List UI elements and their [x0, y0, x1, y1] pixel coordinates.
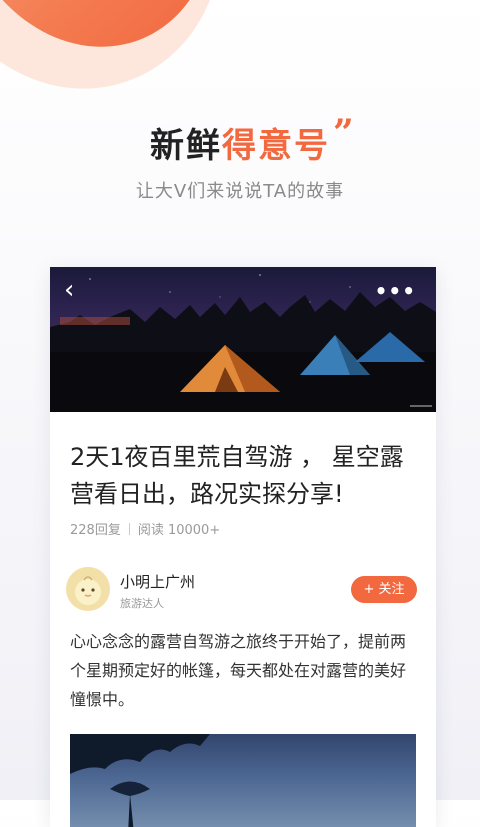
article-photo: [70, 734, 416, 827]
author-avatar[interactable]: [66, 567, 110, 611]
quote-mark-icon: ”: [333, 112, 354, 154]
chick-avatar-icon: [66, 567, 110, 611]
article-title: 2天1夜百里荒自驾游 ， 星空露营看日出，路况实探分享!: [70, 443, 404, 508]
article-body: 心心念念的露营自驾游之旅终于开始了，提前两个星期预定好的帐篷，每天都处在对露营的…: [70, 632, 407, 709]
back-button[interactable]: ‹: [64, 277, 74, 303]
read-count: 阅读 10000+: [137, 523, 221, 538]
article-meta: 228回复 阅读 10000+: [70, 519, 220, 538]
hero-title-prefix: 新鲜: [150, 126, 222, 166]
article-card[interactable]: ‹ ••• 2天1夜百里荒自驾游 ， 星空露营看日出，路况实探分享! 228回复…: [50, 267, 436, 827]
cover-photo: ‹ •••: [50, 267, 436, 412]
author-tag: 旅游达人: [120, 597, 164, 610]
hero-subtitle: 让大V们来说说TA的故事: [135, 181, 345, 202]
tree-silhouette-image: [70, 734, 210, 827]
hero-title-accent: 得意号: [222, 126, 330, 166]
meta-divider: [128, 523, 130, 535]
author-name[interactable]: 小明上广州: [120, 571, 195, 592]
reply-count: 228回复: [70, 523, 121, 538]
follow-button[interactable]: + 关注: [351, 576, 417, 603]
hero-title: 新鲜得意号: [0, 118, 480, 167]
more-options-icon[interactable]: •••: [375, 279, 416, 303]
